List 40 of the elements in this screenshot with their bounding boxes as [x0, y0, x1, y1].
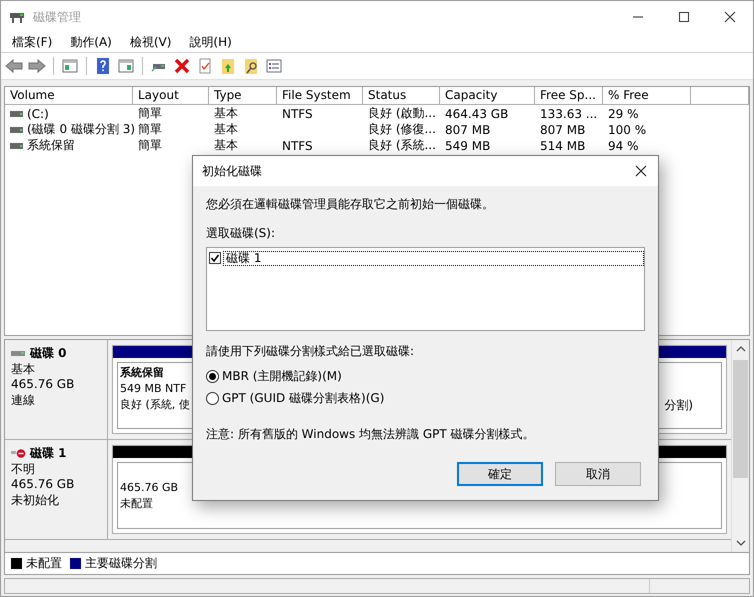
partition-text: 549 MB NTF — [120, 381, 188, 397]
table-cell: NTFS — [282, 138, 313, 152]
legend-label: 未配置 — [26, 555, 62, 572]
partition-text: 未配置 — [120, 496, 154, 512]
table-cell: 基本 — [214, 121, 238, 138]
table-cell: 簡單 — [138, 121, 162, 138]
legend-label: 主要磁碟分割 — [85, 555, 157, 572]
disk-type: 不明 — [11, 462, 36, 477]
partition-text: 良好 (系統, 使 — [120, 397, 191, 413]
table-cell: 良好 (系統... — [368, 137, 436, 154]
disk-size: 465.76 GB — [11, 477, 76, 492]
disk-name: 磁碟 1 — [30, 446, 67, 462]
window-title: 磁碟管理 — [33, 8, 82, 26]
disk-status: 未初始化 — [11, 492, 60, 508]
disk-size: 465.76 GB — [11, 377, 76, 392]
disk-type: 基本 — [11, 362, 36, 377]
partition-text: 465.76 GB — [120, 480, 180, 496]
table-cell: 良好 (啟動... — [368, 105, 436, 122]
table-cell: 133.63 ... — [540, 106, 598, 120]
table-cell: 基本 — [214, 137, 238, 154]
table-cell: 簡單 — [138, 137, 162, 154]
disk-status: 連線 — [11, 392, 36, 408]
table-cell: 807 MB — [445, 122, 490, 136]
table-cell: 簡單 — [138, 105, 162, 122]
table-cell: 基本 — [214, 105, 238, 122]
table-cell: 100 % — [608, 122, 646, 136]
partition-text: 分割) — [664, 397, 693, 413]
dialog-title: 初始化磁碟 — [202, 162, 263, 180]
partition-text: 系統保留 — [120, 365, 165, 381]
table-cell: 29 % — [608, 106, 638, 120]
field-label: 選取磁碟(S): — [206, 225, 276, 242]
table-cell: 464.43 GB — [445, 106, 508, 120]
table-cell: 807 MB — [540, 122, 586, 136]
table-cell: 良好 (修復... — [368, 121, 436, 138]
table-cell: 94 % — [608, 138, 638, 152]
disk-name: 磁碟 0 — [30, 346, 67, 362]
table-cell: 514 MB — [540, 138, 586, 152]
table-cell: 549 MB — [445, 138, 490, 152]
dialog-message: 您必須在邏輯磁碟管理員能存取它之前初始一個磁碟。 — [206, 196, 495, 213]
table-cell: NTFS — [282, 106, 313, 120]
